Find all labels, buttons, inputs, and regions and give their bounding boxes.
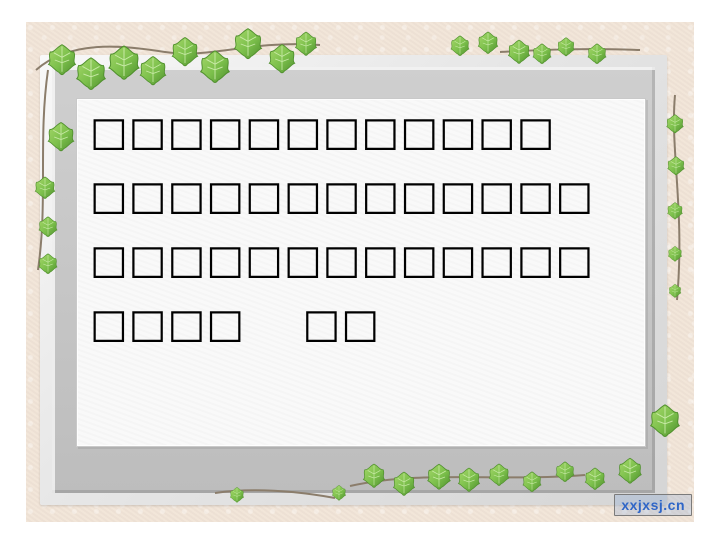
text-line-4-part-2: □□ — [302, 301, 381, 347]
slide-text-block: □□□□□□□□□□□□ □□□□□□□□□□□□□ □□□□□□□□□□□□□… — [90, 108, 630, 348]
text-line-4-part-1: □□□□ — [90, 301, 246, 347]
text-line-3: □□□□□□□□□□□□□ — [90, 237, 595, 283]
watermark-badge: xxjxsj.cn — [614, 494, 692, 516]
text-line-1: □□□□□□□□□□□□ — [90, 109, 556, 155]
text-line-4: □□□□ □□ — [90, 300, 630, 348]
text-line-2: □□□□□□□□□□□□□ — [90, 173, 595, 219]
